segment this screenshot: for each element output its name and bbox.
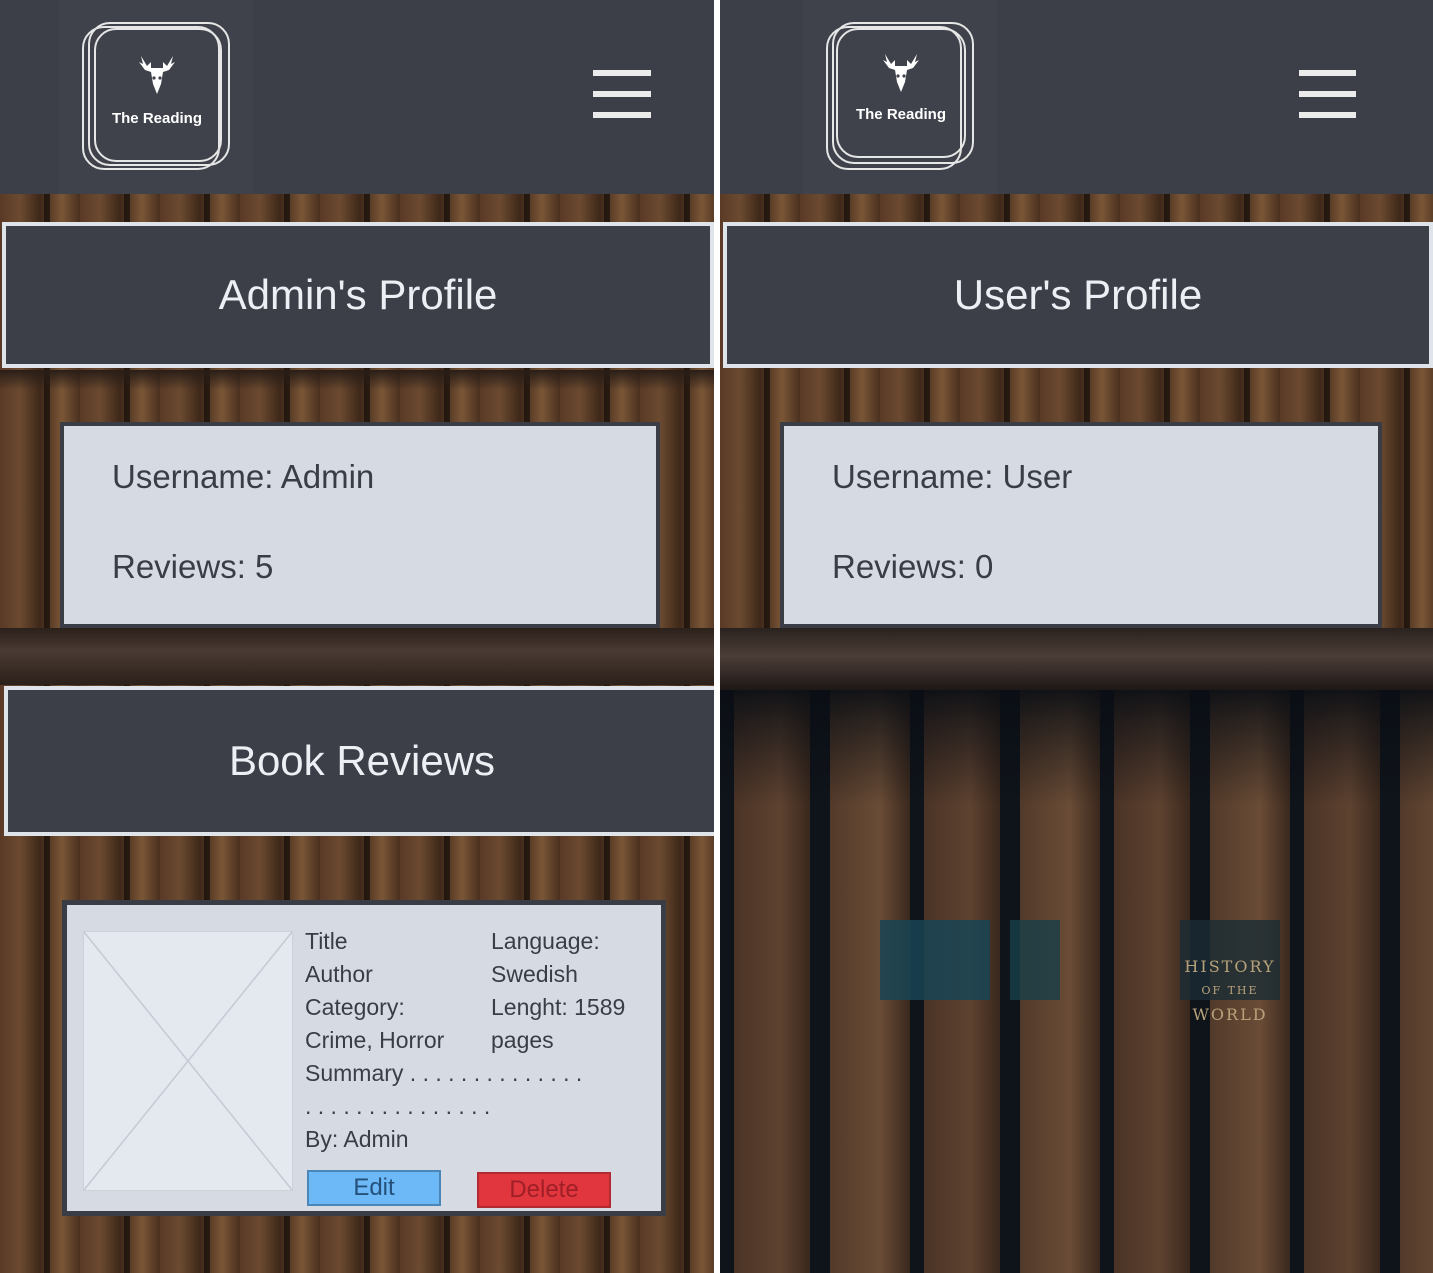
reviews-count-text: Reviews: 5 [112, 548, 274, 585]
review-summary-continued: . . . . . . . . . . . . . . . [305, 1093, 491, 1119]
shelf-board [720, 628, 1433, 690]
edit-button[interactable]: Edit [307, 1170, 441, 1206]
logo-tile: The Reading [58, 0, 254, 194]
hamburger-menu-icon[interactable] [1299, 70, 1356, 118]
profile-card: Username: Admin Reviews: 5 [60, 422, 660, 628]
app-header: The Reading [0, 0, 714, 194]
hamburger-menu-icon[interactable] [593, 70, 651, 118]
page-title-bar: User's Profile [723, 222, 1433, 368]
brand-logo[interactable]: The Reading [82, 22, 232, 172]
book-spine-band [720, 920, 1433, 1000]
shelf-shadow [0, 370, 714, 390]
book-spine-label: HISTORY OF THE WORLD [1184, 957, 1276, 1024]
image-placeholder-icon [83, 931, 293, 1191]
bookshelf-background: HISTORY OF THE WORLD [720, 685, 1433, 1273]
deer-icon [133, 54, 181, 107]
review-summary: Summary . . . . . . . . . . . . . . [305, 1060, 583, 1086]
user-screen: HISTORY OF THE WORLD The Reading User's … [720, 0, 1433, 1273]
section-title: Book Reviews [228, 737, 496, 784]
delete-button[interactable]: Delete [477, 1172, 611, 1208]
review-length-value: pages [491, 1027, 554, 1053]
admin-screen: The Reading Admin's Profile Username: Ad… [0, 0, 714, 1273]
logo-text: The Reading [111, 110, 202, 127]
review-meta: Language: Swedish Lenght: 1589 pages [491, 925, 625, 1057]
logo-tile: The Reading [802, 0, 998, 194]
page-title: Admin's Profile [218, 271, 498, 318]
review-language-value: Swedish [491, 961, 578, 987]
username-text: Username: Admin [112, 458, 375, 495]
app-header: The Reading [720, 0, 1433, 194]
deer-icon [877, 52, 925, 105]
review-card: Title Author Category: Crime, Horror Sum… [62, 900, 666, 1216]
reviews-count-text: Reviews: 0 [832, 548, 994, 585]
review-by: By: Admin [305, 1126, 409, 1152]
shelf-board [0, 628, 714, 685]
profile-card: Username: User Reviews: 0 [780, 422, 1382, 628]
logo-text: The Reading [855, 106, 946, 123]
review-language-label: Language: [491, 928, 600, 954]
page-title: User's Profile [953, 271, 1203, 318]
username-text: Username: User [832, 458, 1073, 495]
page-title-bar: Admin's Profile [2, 222, 714, 368]
brand-logo[interactable]: The Reading [826, 20, 976, 170]
book-reviews-title-bar: Book Reviews [4, 686, 714, 836]
review-length-label: Lenght: 1589 [491, 994, 626, 1020]
